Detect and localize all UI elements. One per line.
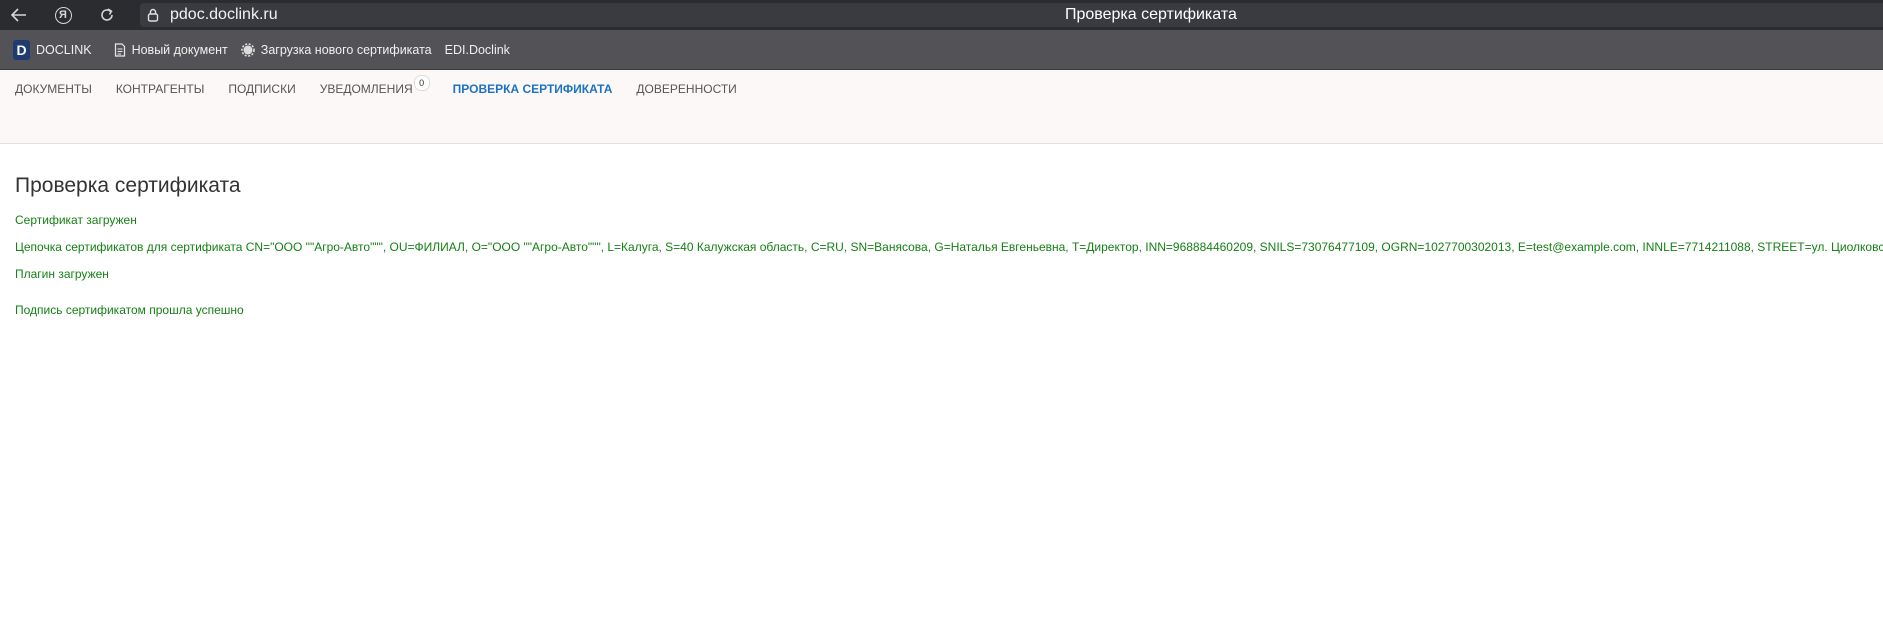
page-title: Проверка сертификата: [15, 174, 241, 197]
gear-icon: [240, 42, 255, 57]
status-signature-success: Подпись сертификатом прошла успешно: [15, 303, 244, 317]
reload-icon[interactable]: [95, 3, 119, 27]
browser-toolbar: Я pdoc.doclink.ru Проверка сертификата: [0, 0, 1883, 30]
status-certificate-loaded: Сертификат загружен: [15, 213, 137, 227]
bookmark-new-document[interactable]: Новый документ: [114, 43, 228, 57]
bookmark-doclink-label: DOCLINK: [36, 42, 92, 57]
bookmark-edi-label: EDI.Doclink: [444, 42, 510, 57]
app-navigation: ДОКУМЕНТЫ КОНТРАГЕНТЫ ПОДПИСКИ УВЕДОМЛЕН…: [0, 70, 1883, 144]
lock-icon: [146, 8, 160, 22]
bookmark-upload-certificate[interactable]: Загрузка нового сертификата: [240, 42, 432, 57]
bookmark-edi-doclink[interactable]: EDI.Doclink: [445, 43, 510, 57]
main-content: Проверка сертификата: [15, 174, 241, 198]
status-certificate-chain: Цепочка сертификатов для сертификата CN=…: [15, 240, 1883, 254]
bookmark-upload-certificate-label: Загрузка нового сертификата: [260, 42, 432, 57]
url-text[interactable]: pdoc.doclink.ru: [170, 6, 278, 24]
bookmark-doclink[interactable]: D DOCLINK: [13, 39, 92, 60]
notifications-count-badge: 0: [413, 75, 430, 91]
nav-documents[interactable]: ДОКУМЕНТЫ: [15, 82, 92, 96]
nav-check-certificate[interactable]: ПРОВЕРКА СЕРТИФИКАТА: [453, 82, 613, 96]
address-bar[interactable]: pdoc.doclink.ru Проверка сертификата: [140, 3, 1883, 27]
nav-notifications-label: УВЕДОМЛЕНИЯ: [319, 82, 413, 96]
nav-contractors[interactable]: КОНТРАГЕНТЫ: [116, 82, 205, 96]
nav-subscriptions[interactable]: ПОДПИСКИ: [228, 82, 295, 96]
nav-notifications[interactable]: УВЕДОМЛЕНИЯ 0: [319, 75, 430, 96]
back-arrow-icon[interactable]: [7, 3, 31, 27]
status-plugin-loaded: Плагин загружен: [15, 267, 109, 281]
bookmarks-bar: D DOCLINK Новый документ Загрузка нового…: [0, 30, 1883, 70]
yandex-icon[interactable]: Я: [51, 3, 75, 27]
document-icon: [114, 42, 126, 57]
nav-powers-of-attorney[interactable]: ДОВЕРЕННОСТИ: [636, 82, 736, 96]
doclink-logo-icon: D: [13, 39, 30, 60]
browser-page-title: Проверка сертификата: [1065, 6, 1237, 23]
bookmark-new-document-label: Новый документ: [131, 42, 228, 57]
